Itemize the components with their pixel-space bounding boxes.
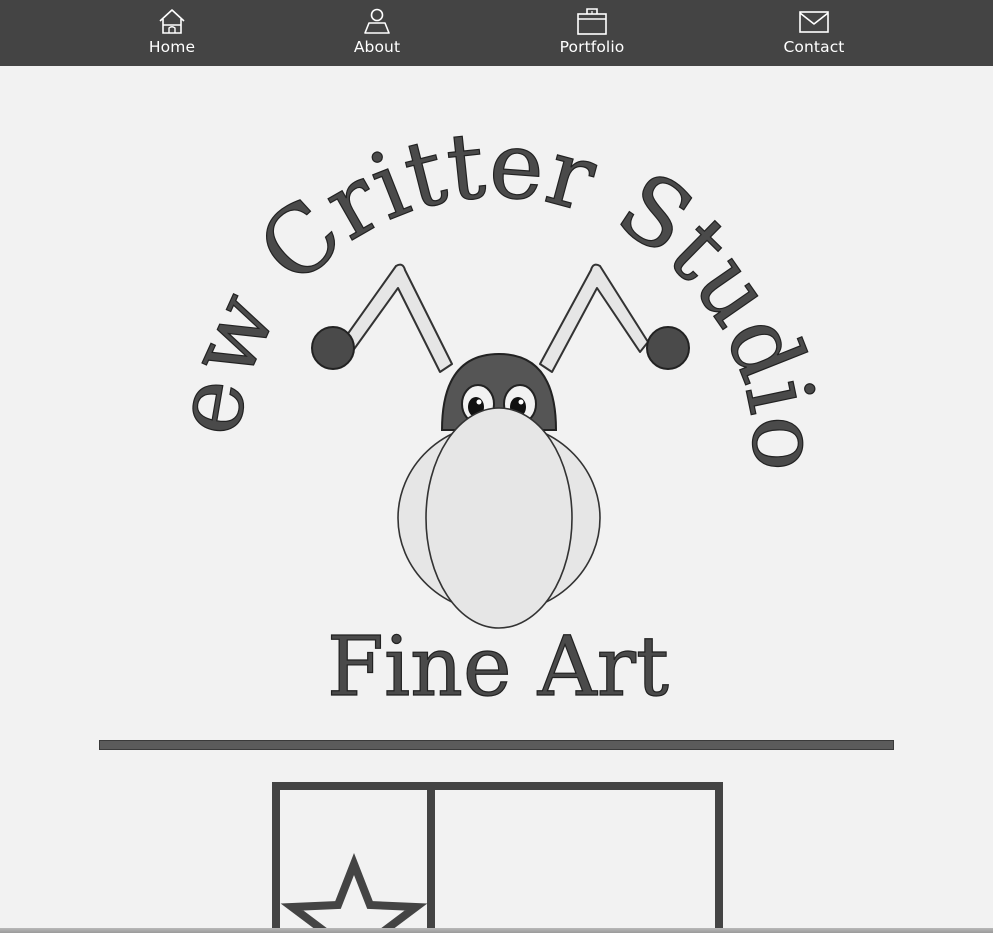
featured-frame (272, 782, 723, 933)
left-antenna (341, 263, 453, 373)
envelope-icon (799, 11, 829, 33)
logo-artwork: New Critter Studios Fine Art (0, 66, 840, 716)
nav-portfolio[interactable]: Portfolio (532, 0, 652, 66)
top-navbar: Home About Portfolio Contact (0, 0, 993, 66)
right-antenna (539, 263, 649, 373)
nav-about-label: About (353, 38, 401, 56)
nav-home[interactable]: Home (112, 0, 232, 66)
nav-home-label: Home (148, 38, 196, 56)
arc-title: New Critter Studios (0, 66, 840, 473)
frame-border (272, 782, 723, 933)
user-icon (364, 8, 390, 34)
nav-contact[interactable]: Contact (754, 0, 874, 66)
critter-mascot (311, 263, 690, 629)
nav-portfolio-label: Portfolio (559, 38, 625, 56)
nav-about[interactable]: About (317, 0, 437, 66)
frame-artwork (272, 782, 723, 933)
home-icon (159, 9, 185, 34)
star-icon (280, 852, 428, 933)
page-bottom-edge (0, 928, 993, 933)
logo-subtitle: Fine Art (327, 620, 669, 715)
briefcase-icon (577, 8, 607, 35)
section-divider (99, 740, 894, 750)
nav-contact-label: Contact (783, 38, 845, 56)
left-antenna-ball (311, 326, 355, 370)
critter-body-inner (425, 407, 573, 629)
right-antenna-ball (646, 326, 690, 370)
studio-logo: New Critter Studios Fine Art (0, 66, 993, 716)
